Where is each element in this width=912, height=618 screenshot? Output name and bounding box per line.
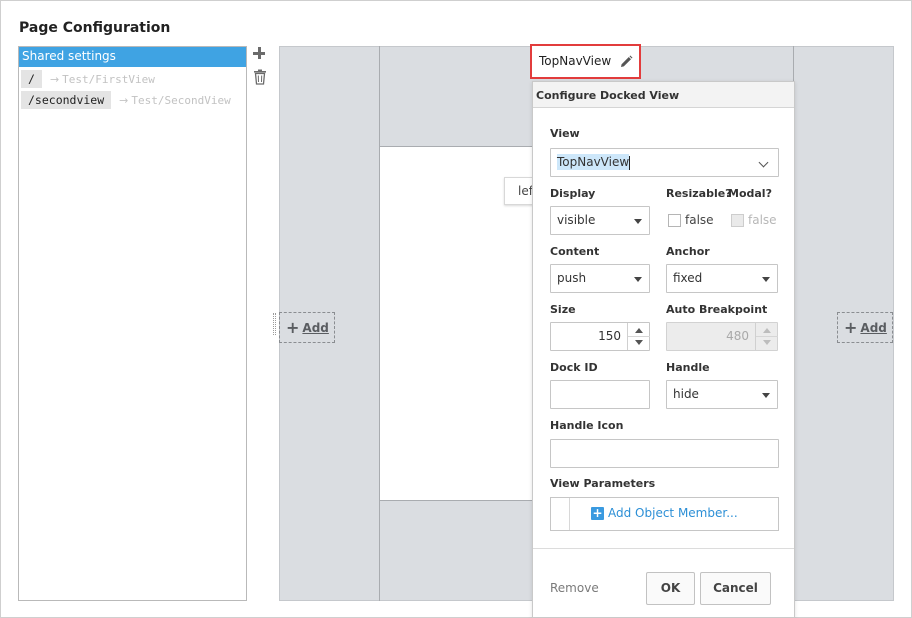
add-label: Add	[860, 320, 887, 335]
delete-page-icon[interactable]	[253, 69, 267, 85]
plus-icon: +	[591, 505, 604, 520]
add-object-member-label: Add Object Member...	[608, 506, 738, 520]
view-select[interactable]: TopNavView	[550, 148, 779, 177]
page-title: Page Configuration	[19, 20, 171, 36]
plus-icon: +	[844, 318, 858, 337]
handle-select-value: hide	[673, 387, 699, 401]
cancel-button[interactable]: Cancel	[700, 572, 771, 605]
resize-grip-icon[interactable]	[273, 313, 276, 335]
shared-settings-item[interactable]: Shared settings	[19, 47, 246, 67]
top-dock-view-name: TopNavView	[539, 54, 612, 68]
modal-label: Modal?	[728, 187, 772, 200]
add-label: Add	[302, 320, 329, 335]
panel-title: Configure Docked View	[533, 82, 794, 108]
auto-breakpoint-value: 480	[726, 329, 749, 343]
remove-button[interactable]: Remove	[550, 581, 599, 595]
size-label: Size	[550, 303, 576, 316]
view-parameters-label: View Parameters	[550, 477, 656, 490]
route-view: Test/FirstView	[62, 72, 155, 86]
pencil-icon[interactable]	[618, 54, 634, 70]
configure-docked-view-panel: Configure Docked View View TopNavView Di…	[532, 81, 795, 618]
dropdown-caret-icon	[762, 393, 770, 398]
dock-id-input[interactable]	[550, 380, 650, 409]
dock-id-label: Dock ID	[550, 361, 598, 374]
modal-checkbox	[731, 214, 744, 227]
add-page-icon[interactable]	[252, 46, 266, 60]
view-parameters-editor: + Add Object Member...	[550, 497, 779, 531]
anchor-select-value: fixed	[673, 271, 703, 285]
content-select-value: push	[557, 271, 587, 285]
route-path: /	[21, 70, 42, 88]
footer-divider	[533, 548, 794, 549]
display-select-value: visible	[557, 213, 596, 227]
route-row[interactable]: /secondview → Test/SecondView	[21, 90, 231, 110]
resizable-checkbox[interactable]	[668, 214, 681, 227]
route-arrow-icon: →	[49, 72, 60, 86]
dropdown-caret-icon	[634, 277, 642, 282]
resizable-value: false	[685, 213, 714, 227]
params-gutter	[569, 498, 570, 530]
handle-select[interactable]: hide	[666, 380, 778, 409]
display-label: Display	[550, 187, 596, 200]
page-list: Shared settings / → Test/FirstView /seco…	[18, 46, 247, 601]
handle-label: Handle	[666, 361, 710, 374]
size-value: 150	[598, 329, 621, 343]
route-row[interactable]: / → Test/FirstView	[21, 69, 155, 89]
content-select[interactable]: push	[550, 264, 650, 293]
auto-breakpoint-input: 480	[666, 322, 778, 351]
text-cursor	[629, 155, 631, 170]
handle-icon-label: Handle Icon	[550, 419, 624, 432]
content-label: Content	[550, 245, 600, 258]
chevron-down-icon	[758, 157, 769, 168]
modal-value: false	[748, 213, 777, 227]
handle-icon-input[interactable]	[550, 439, 779, 468]
route-path: /secondview	[21, 91, 112, 109]
dropdown-caret-icon	[762, 277, 770, 282]
route-view: Test/SecondView	[131, 93, 231, 107]
auto-breakpoint-label: Auto Breakpoint	[666, 303, 768, 316]
view-select-value: TopNavView	[557, 154, 630, 170]
resizable-label: Resizable?	[666, 187, 732, 200]
route-arrow-icon: →	[119, 93, 129, 107]
plus-icon: +	[286, 318, 300, 337]
spinner-icon	[755, 323, 778, 350]
anchor-label: Anchor	[666, 245, 710, 258]
dropdown-caret-icon	[634, 219, 642, 224]
add-object-member-button[interactable]: + Add Object Member...	[591, 506, 738, 520]
size-input[interactable]: 150	[550, 322, 650, 351]
spinner-icon[interactable]	[627, 323, 650, 350]
ok-button[interactable]: OK	[646, 572, 695, 605]
add-right-dock-button[interactable]: + Add	[837, 312, 893, 343]
anchor-select[interactable]: fixed	[666, 264, 778, 293]
add-left-dock-button[interactable]: + Add	[279, 312, 335, 343]
display-select[interactable]: visible	[550, 206, 650, 235]
view-label: View	[550, 127, 580, 140]
